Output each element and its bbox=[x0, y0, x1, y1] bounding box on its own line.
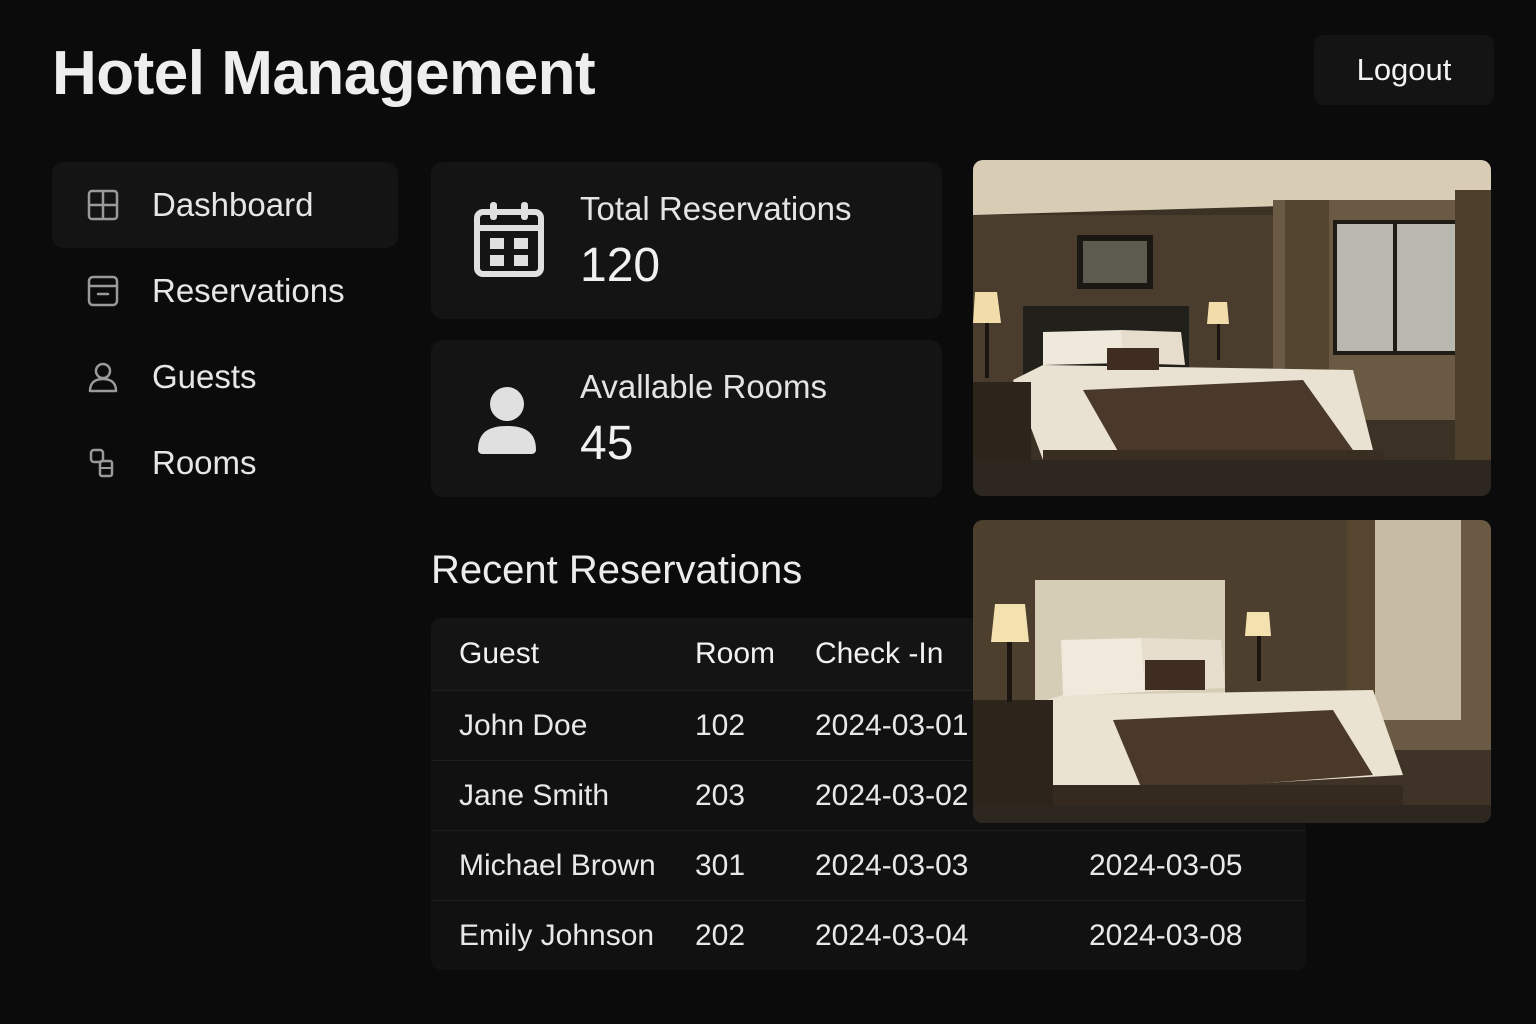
sidebar-item-label: Reservations bbox=[152, 272, 345, 309]
room-cell: 203 bbox=[695, 778, 746, 812]
stat-card-total-reservations: Total Reservations 120 bbox=[431, 162, 942, 319]
grid-icon bbox=[86, 188, 120, 222]
rooms-icon bbox=[86, 446, 120, 480]
guest-cell: John Doe bbox=[459, 708, 588, 742]
check-in-cell: 2024-03-01 bbox=[815, 708, 969, 742]
stat-value: 120 bbox=[580, 239, 661, 292]
calendar-icon bbox=[473, 198, 545, 282]
check-in-cell: 2024-03-02 bbox=[815, 778, 969, 812]
sidebar-item-label: Rooms bbox=[152, 444, 257, 481]
guest-cell: Michael Brown bbox=[459, 848, 656, 882]
sidebar-item-rooms[interactable]: Rooms bbox=[52, 420, 398, 506]
table-row[interactable]: Michael Brown 301 2024-03-03 2024-03-05 bbox=[431, 830, 1306, 900]
check-out-cell: 2024-03-05 bbox=[1089, 848, 1243, 882]
logout-button[interactable]: Logout bbox=[1314, 35, 1494, 105]
stat-label: Avallable Rooms bbox=[580, 368, 828, 405]
sidebar-item-guests[interactable]: Guests bbox=[52, 334, 398, 420]
app: Hotel Management Logout Dashboard Reserv… bbox=[0, 0, 1536, 1024]
column-header[interactable]: Check -In bbox=[815, 637, 943, 671]
sidebar-item-dashboard[interactable]: Dashboard bbox=[52, 162, 398, 248]
stat-card-available-rooms: Avallable Rooms 45 bbox=[431, 340, 942, 497]
room-cell: 301 bbox=[695, 848, 746, 882]
check-out-cell: 2024-03-08 bbox=[1089, 918, 1243, 952]
page-title: Hotel Management bbox=[52, 39, 596, 108]
guest-cell: Emily Johnson bbox=[459, 918, 655, 952]
user-icon bbox=[86, 360, 120, 394]
stat-label: Total Reservations bbox=[580, 190, 852, 227]
check-in-cell: 2024-03-04 bbox=[815, 918, 969, 952]
guest-cell: Jane Smith bbox=[459, 778, 610, 812]
sidebar-item-label: Dashboard bbox=[152, 186, 314, 223]
section-title: Recent Reservations bbox=[431, 548, 803, 592]
hotel-room-photo bbox=[973, 520, 1491, 823]
stat-value: 45 bbox=[580, 417, 634, 470]
inbox-icon bbox=[86, 274, 120, 308]
sidebar-item-label: Guests bbox=[152, 358, 257, 395]
person-icon bbox=[473, 376, 545, 460]
column-header[interactable]: Guest bbox=[459, 637, 539, 671]
hotel-room-photo bbox=[973, 160, 1491, 496]
column-header[interactable]: Room bbox=[695, 637, 775, 671]
sidebar-item-reservations[interactable]: Reservations bbox=[52, 248, 398, 334]
sidebar: Dashboard Reservations Guests Rooms bbox=[52, 162, 398, 506]
room-cell: 202 bbox=[695, 918, 746, 952]
table-row[interactable]: Emily Johnson 202 2024-03-04 2024-03-08 bbox=[431, 900, 1306, 970]
check-in-cell: 2024-03-03 bbox=[815, 848, 969, 882]
room-cell: 102 bbox=[695, 708, 746, 742]
